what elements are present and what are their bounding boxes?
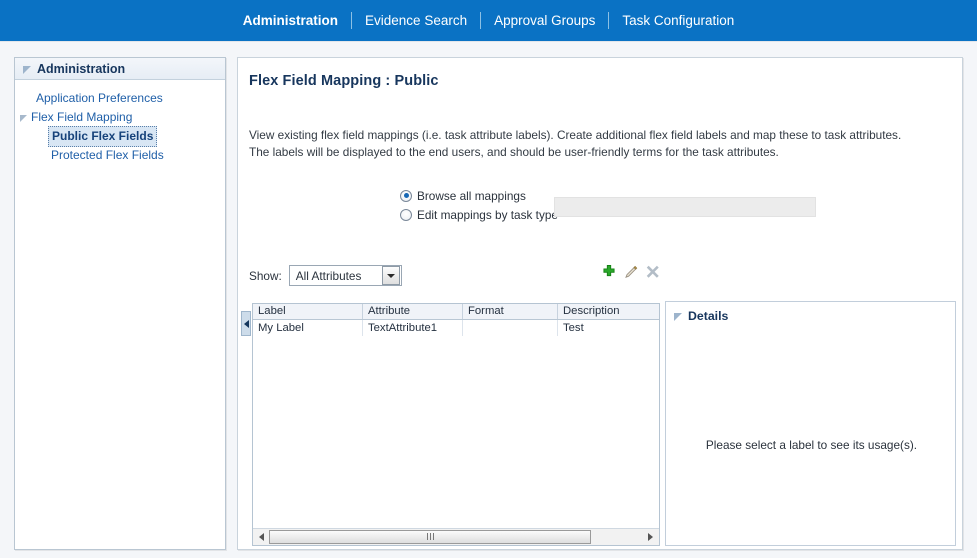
table-header-row: Label Attribute Format Description: [253, 304, 659, 320]
cell-attribute: TextAttribute1: [363, 320, 463, 336]
content-panel: Flex Field Mapping : Public View existin…: [237, 57, 963, 550]
page-title: Flex Field Mapping : Public: [249, 73, 439, 89]
sidebar-item-label: Protected Flex Fields: [51, 148, 164, 162]
grip-icon: [426, 533, 434, 540]
sidebar-item-label: Flex Field Mapping: [31, 110, 133, 124]
mapping-mode-radio-group: Browse all mappings Edit mappings by tas…: [400, 187, 558, 225]
cell-description: Test: [563, 322, 584, 334]
sidebar-item-application-preferences[interactable]: Application Preferences: [15, 89, 225, 108]
sidebar-header[interactable]: Administration: [15, 58, 225, 80]
details-empty-message: Please select a label to see its usage(s…: [705, 437, 918, 452]
radio-label: Browse all mappings: [417, 188, 526, 203]
add-icon[interactable]: [600, 263, 617, 280]
expand-triangle-icon[interactable]: [20, 115, 27, 122]
show-attributes-select-value: All Attributes: [295, 268, 362, 283]
scrollbar-thumb[interactable]: [269, 529, 591, 544]
sidebar-item-flex-field-mapping[interactable]: Flex Field Mapping: [15, 108, 225, 127]
radio-button-icon[interactable]: [400, 189, 412, 202]
details-panel: Details Please select a label to see its…: [665, 301, 956, 546]
column-header-label[interactable]: Label: [253, 304, 363, 319]
description-line-1: View existing flex field mappings (i.e. …: [249, 128, 902, 142]
radio-edit-mappings-by-task-type[interactable]: Edit mappings by task type: [400, 206, 558, 223]
mappings-table-area: Label Attribute Format Description My La…: [241, 303, 660, 546]
description-line-2: The labels will be displayed to the end …: [249, 145, 779, 159]
sidebar-item-public-flex-fields[interactable]: Public Flex Fields: [15, 126, 225, 147]
panel-collapse-handle[interactable]: [241, 311, 251, 336]
collapse-triangle-icon[interactable]: [23, 65, 31, 74]
sidebar-panel: Administration Application Preferences F…: [14, 57, 226, 550]
column-header-description[interactable]: Description: [558, 304, 658, 319]
radio-label: Edit mappings by task type: [417, 207, 558, 222]
top-navigation-items: Administration Evidence Search Approval …: [230, 12, 747, 30]
caret-shape: [386, 273, 395, 278]
sidebar-tree: Application Preferences Flex Field Mappi…: [15, 80, 225, 165]
nav-item-administration[interactable]: Administration: [230, 12, 351, 30]
top-navigation-bar: Administration Evidence Search Approval …: [0, 0, 977, 41]
nav-item-task-configuration[interactable]: Task Configuration: [609, 12, 747, 30]
scroll-left-arrow-icon[interactable]: [254, 529, 269, 545]
sidebar-item-label: Application Preferences: [36, 91, 163, 105]
task-type-input: [554, 197, 816, 217]
column-header-format[interactable]: Format: [463, 304, 558, 319]
table-row[interactable]: My Label TextAttribute1 Test: [253, 320, 659, 336]
edit-icon[interactable]: [622, 263, 639, 280]
cell-label: My Label: [253, 320, 363, 336]
table-body: My Label TextAttribute1 Test: [253, 320, 659, 528]
scroll-right-arrow-icon[interactable]: [643, 529, 658, 545]
sidebar-item-protected-flex-fields[interactable]: Protected Flex Fields: [15, 146, 225, 165]
scrollbar-track[interactable]: [269, 529, 643, 545]
page-description: View existing flex field mappings (i.e. …: [249, 127, 939, 161]
show-attributes-select[interactable]: All Attributes: [288, 265, 402, 286]
radio-button-icon[interactable]: [400, 208, 412, 221]
details-title: Details: [688, 309, 729, 323]
table-toolbar: [600, 263, 661, 280]
delete-icon[interactable]: [644, 263, 661, 280]
chevron-down-icon[interactable]: [381, 266, 400, 285]
cell-format: [463, 320, 558, 336]
radio-browse-all-mappings[interactable]: Browse all mappings: [400, 187, 558, 204]
show-filter-row: Show: All Attributes: [249, 265, 402, 286]
sidebar-header-label: Administration: [37, 61, 126, 76]
page-body: Administration Application Preferences F…: [0, 41, 977, 558]
column-header-attribute[interactable]: Attribute: [363, 304, 463, 319]
nav-item-evidence-search[interactable]: Evidence Search: [352, 12, 480, 30]
nav-item-approval-groups[interactable]: Approval Groups: [481, 12, 608, 30]
collapse-triangle-icon[interactable]: [674, 313, 682, 321]
sidebar-item-label: Public Flex Fields: [48, 126, 158, 147]
mappings-table-panel: Label Attribute Format Description My La…: [252, 303, 660, 546]
table-horizontal-scrollbar[interactable]: [253, 528, 659, 545]
show-label: Show:: [249, 268, 282, 283]
details-header[interactable]: Details: [666, 302, 955, 323]
